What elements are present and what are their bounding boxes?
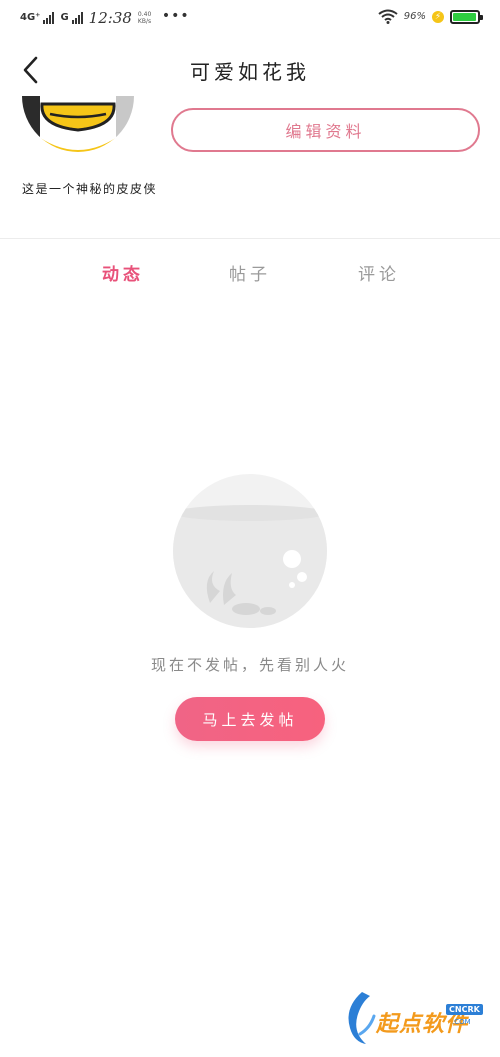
watermark-domain: .COM: [452, 1018, 471, 1026]
more-notifications-icon: •••: [161, 8, 190, 24]
status-bar: 4G⁺ G 12:38 0.40 KB/s ••• 96% ⚡: [0, 0, 500, 36]
watermark-badge: CNCRK: [446, 1004, 483, 1015]
clock: 12:38: [88, 9, 132, 27]
app-header: 可爱如花我: [0, 44, 500, 96]
avatar[interactable]: [22, 96, 134, 152]
battery-level: [453, 12, 477, 21]
wifi-icon: [378, 9, 398, 24]
empty-state-message: 现在不发帖，先看别人火: [150, 656, 349, 674]
status-bar-right: 96% ⚡: [378, 9, 483, 24]
tab-posts[interactable]: 帖子: [205, 260, 295, 285]
network-type-label: 4G⁺: [20, 12, 41, 23]
page-title: 可爱如花我: [190, 60, 310, 84]
network-type-label-2: G: [60, 12, 69, 23]
section-divider: [0, 238, 500, 239]
profile-tabs: 动态 帖子 评论: [0, 260, 500, 290]
charging-icon: ⚡: [432, 10, 444, 23]
tab-activity[interactable]: 动态: [78, 260, 168, 285]
avatar-image: [22, 96, 134, 152]
status-bar-left: 4G⁺ G 12:38 0.40 KB/s •••: [20, 8, 190, 28]
network-speed: 0.40 KB/s: [137, 11, 152, 25]
signal-icon-2: [71, 12, 83, 24]
create-post-button[interactable]: 马上去发帖: [175, 697, 325, 741]
tab-comments[interactable]: 评论: [334, 260, 424, 285]
profile-bio: 这是一个神秘的皮皮侠: [22, 182, 158, 196]
watermark-swirl-icon: [348, 992, 376, 1044]
watermark-logo: 起点软件 CNCRK .COM: [340, 988, 490, 1048]
fishbowl-icon: [172, 473, 328, 629]
battery-icon: [450, 9, 483, 24]
signal-icon: [43, 12, 55, 24]
edit-profile-button[interactable]: 编辑资料: [171, 108, 480, 152]
battery-percentage: 96%: [403, 11, 426, 22]
